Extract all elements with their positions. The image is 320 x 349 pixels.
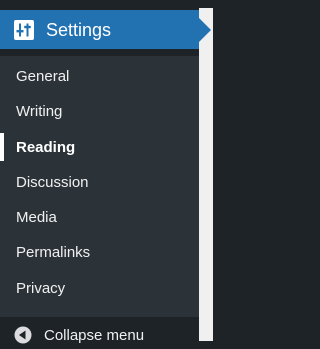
admin-bar-edge bbox=[0, 0, 213, 8]
submenu-item-label: Reading bbox=[16, 138, 76, 156]
collapse-menu-button[interactable]: Collapse menu bbox=[0, 321, 199, 349]
settings-menu-header[interactable]: Settings bbox=[0, 10, 211, 49]
submenu-item-privacy[interactable]: Privacy bbox=[0, 270, 199, 306]
submenu-item-writing[interactable]: Writing bbox=[0, 93, 199, 129]
submenu-item-reading[interactable]: Reading bbox=[0, 129, 199, 165]
submenu-item-label: Writing bbox=[16, 102, 63, 120]
submenu-item-label: General bbox=[16, 67, 70, 85]
submenu-item-label: Discussion bbox=[16, 173, 89, 191]
submenu-item-permalinks[interactable]: Permalinks bbox=[0, 234, 199, 270]
settings-menu-label: Settings bbox=[46, 19, 112, 40]
submenu-item-label: Media bbox=[16, 208, 57, 226]
collapse-arrow-icon bbox=[14, 326, 32, 344]
admin-sidebar-menu: Settings General Writing Reading Discuss… bbox=[0, 8, 213, 344]
submenu-item-media[interactable]: Media bbox=[0, 199, 199, 235]
current-menu-pointer bbox=[199, 18, 211, 42]
settings-sliders-icon bbox=[14, 19, 34, 40]
submenu-item-general[interactable]: General bbox=[0, 58, 199, 94]
settings-submenu: General Writing Reading Discussion Media… bbox=[0, 56, 199, 317]
submenu-item-label: Privacy bbox=[16, 279, 66, 297]
content-area-edge bbox=[199, 8, 213, 341]
submenu-item-label: Permalinks bbox=[16, 243, 91, 261]
submenu-item-discussion[interactable]: Discussion bbox=[0, 164, 199, 200]
